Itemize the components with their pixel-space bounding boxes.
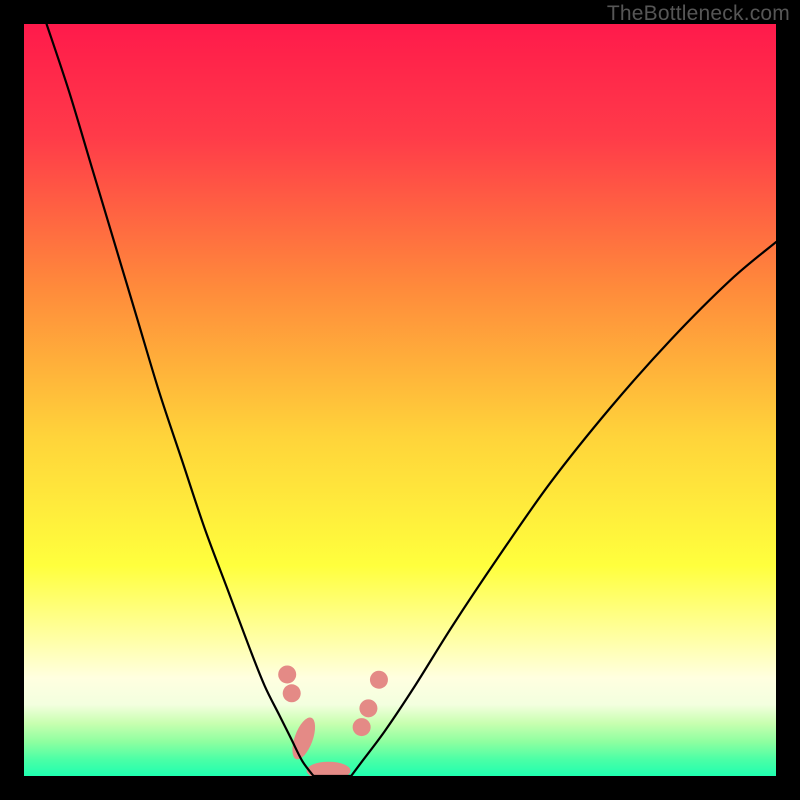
marker-right-dot-2: [359, 699, 377, 717]
marker-left-dot-1: [278, 665, 296, 683]
bottleneck-chart: [24, 24, 776, 776]
marker-left-dot-2: [283, 684, 301, 702]
watermark-text: TheBottleneck.com: [607, 2, 790, 26]
marker-right-dot-3: [370, 671, 388, 689]
gradient-background: [24, 24, 776, 776]
marker-right-dot-1: [353, 718, 371, 736]
chart-frame: TheBottleneck.com: [0, 0, 800, 800]
